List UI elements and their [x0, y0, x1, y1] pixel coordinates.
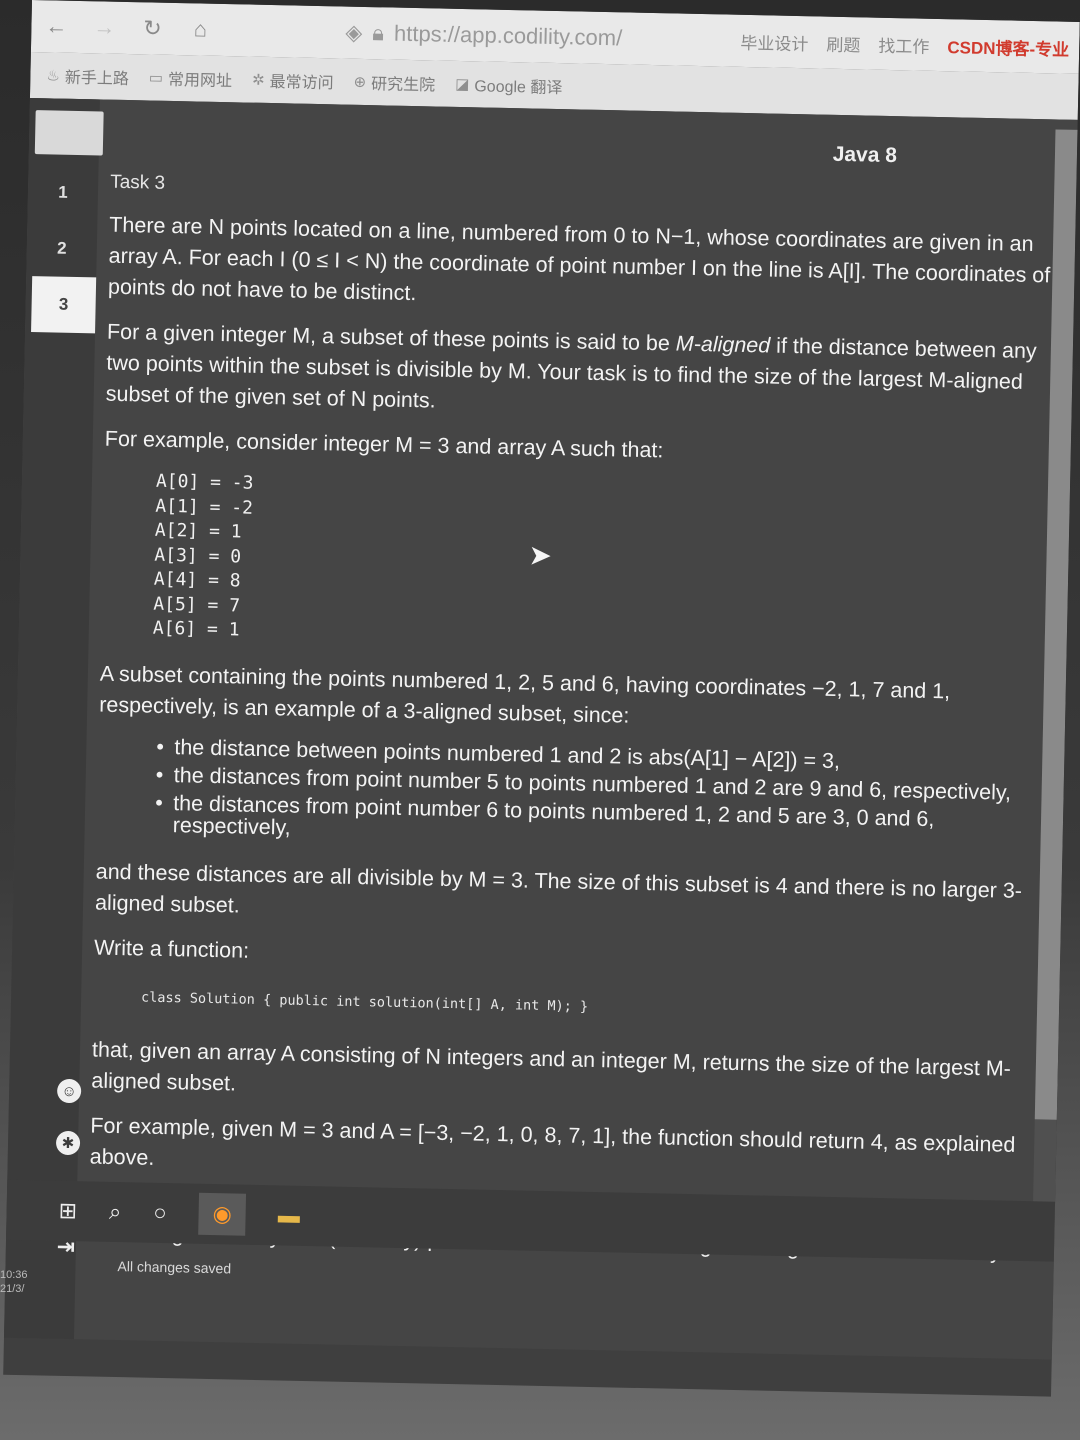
- lock-icon: 🔒︎: [372, 20, 385, 46]
- function-signature: class Solution { public int solution(int…: [140, 989, 589, 1015]
- back-icon[interactable]: ←: [43, 13, 70, 40]
- translate-icon: ◪: [455, 75, 470, 94]
- paragraph: A subset containing the points numbered …: [99, 661, 951, 728]
- task-title: Task 3: [109, 171, 166, 194]
- bookmark-folder-practice[interactable]: 刷题: [826, 30, 861, 56]
- bookmark-folders: 毕业设计 刷题 找工作 CSDN博客-专业: [740, 28, 1079, 60]
- task-tab-1[interactable]: 1: [27, 164, 98, 221]
- settings-icon[interactable]: ✱: [55, 1130, 81, 1156]
- home-icon[interactable]: ⌂: [187, 16, 214, 43]
- language-selector[interactable]: Java 8: [832, 143, 897, 168]
- bookmark-item[interactable]: ⊕ 研究生院: [353, 70, 435, 96]
- reload-icon[interactable]: ↻: [139, 15, 166, 42]
- clock-time: 10:36: [0, 1269, 28, 1281]
- bookmark-label: 新手上路: [64, 69, 130, 89]
- clock-date: 21/3/: [0, 1283, 25, 1295]
- system-clock: 10:36 21/3/: [0, 1268, 28, 1296]
- emphasis: M-aligned: [675, 331, 771, 358]
- bookmark-label: 最常访问: [269, 73, 334, 93]
- codility-app: 1 2 3 ☺ ✱ ? ⇥ Java 8 Task 3 There are N …: [3, 97, 1078, 1360]
- gear-icon: ✲: [251, 71, 265, 89]
- bookmark-label: 研究生院: [370, 76, 436, 95]
- bookmark-folder-graduation[interactable]: 毕业设计: [740, 28, 809, 54]
- windows-start-icon[interactable]: ⊞: [58, 1198, 77, 1224]
- bookmark-item[interactable]: ♨ 新手上路: [46, 63, 129, 89]
- bookmark-label: 常用网址: [167, 71, 233, 91]
- bookmark-csdn[interactable]: CSDN博客-专业: [947, 33, 1069, 61]
- save-status: All changes saved: [117, 1258, 232, 1277]
- globe-icon: ⊕: [353, 73, 367, 92]
- task-description: There are N points located on a line, nu…: [88, 210, 1060, 1282]
- screen: ← → ↻ ⌂ ◈ 🔒︎ https://app.codility.com/ 毕…: [3, 0, 1080, 1397]
- fire-icon: ♨: [46, 67, 61, 85]
- firefox-icon[interactable]: ◉: [198, 1192, 247, 1236]
- paragraph: For example, consider integer M = 3 and …: [104, 426, 664, 463]
- search-icon[interactable]: ⌕: [109, 1199, 122, 1225]
- bookmark-label: Google 翻译: [474, 78, 563, 98]
- paragraph: For example, given M = 3 and A = [−3, −2…: [89, 1112, 1016, 1170]
- task-tab-2[interactable]: 2: [26, 220, 97, 277]
- address-bar[interactable]: ◈ 🔒︎ https://app.codility.com/: [345, 20, 622, 52]
- task-tab-3[interactable]: 3: [31, 276, 97, 334]
- paragraph: Write a function:: [93, 935, 250, 963]
- file-explorer-icon[interactable]: ▬: [278, 1202, 301, 1228]
- example-array: A[0] = -3 A[1] = -2 A[2] = 1 A[3] = 0 A[…: [153, 470, 1054, 660]
- accessibility-icon[interactable]: ☺: [56, 1078, 82, 1104]
- paragraph: There are N points located on a line, nu…: [107, 212, 1051, 306]
- paragraph: and these distances are all divisible by…: [94, 859, 1023, 918]
- forward-icon[interactable]: →: [91, 14, 118, 41]
- cortana-icon[interactable]: ○: [153, 1200, 167, 1226]
- mouse-cursor-icon: ➤: [528, 539, 553, 572]
- bookmark-item[interactable]: ◪ Google 翻译: [455, 72, 563, 98]
- url-text: https://app.codility.com/: [393, 20, 623, 51]
- paragraph: that, given an array A consisting of N i…: [91, 1036, 1012, 1096]
- shield-icon: ◈: [345, 19, 363, 45]
- bookmark-item[interactable]: ✲ 最常访问: [252, 68, 334, 94]
- codility-logo[interactable]: [34, 110, 104, 156]
- bullet-list: the distance between points numbered 1 a…: [155, 735, 1049, 854]
- bookmark-item[interactable]: ▭ 常用网址: [149, 65, 233, 91]
- bookmark-folder-jobs[interactable]: 找工作: [878, 31, 930, 57]
- folder-icon: ▭: [148, 69, 164, 87]
- paragraph: For a given integer M, a subset of these…: [105, 319, 1037, 413]
